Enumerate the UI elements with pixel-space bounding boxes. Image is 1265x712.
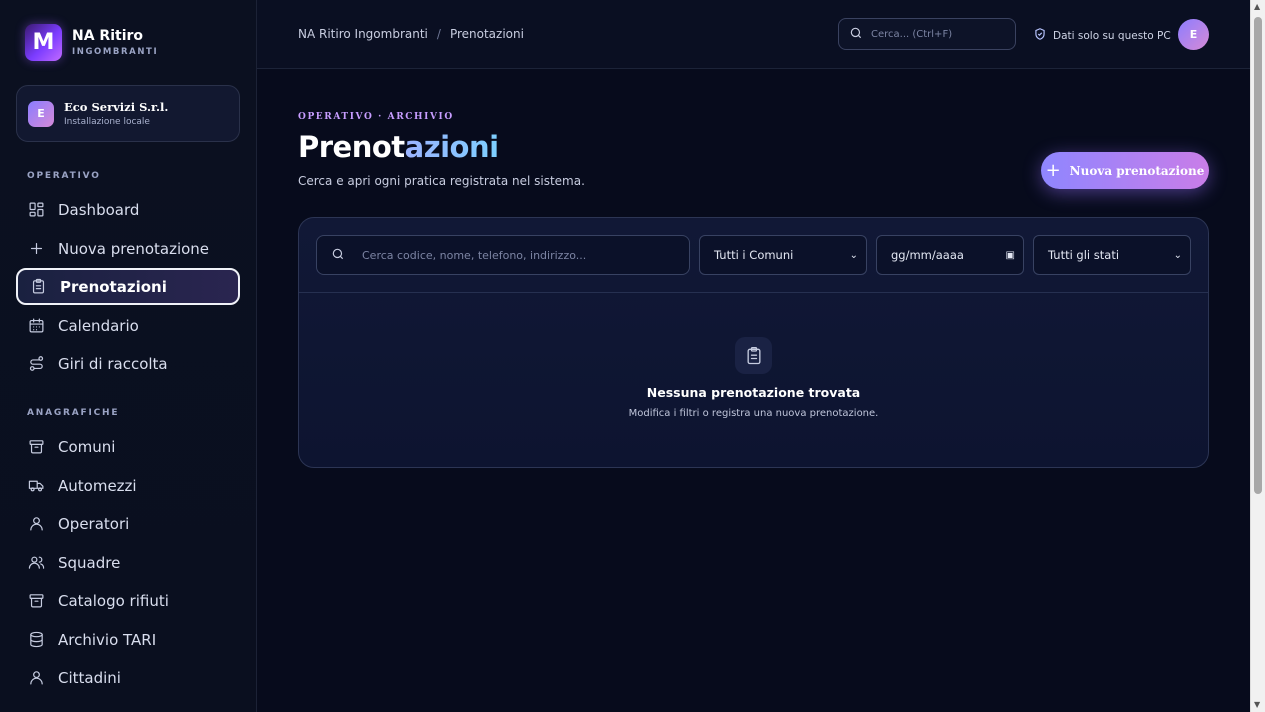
- page-title: Prenotazioni: [298, 130, 499, 164]
- sidebar-item-label: Giri di raccolta: [58, 354, 168, 373]
- clipboard-icon: [29, 278, 47, 296]
- sidebar-item-giri-di-raccolta[interactable]: Giri di raccolta: [16, 345, 240, 382]
- brand-name: NA Ritiro: [72, 28, 144, 44]
- scroll-down-arrow-icon[interactable]: ▼: [1254, 700, 1260, 709]
- archive-icon: [27, 438, 45, 456]
- breadcrumb-current: Prenotazioni: [449, 27, 524, 41]
- plus-icon: [27, 240, 45, 258]
- chevron-down-icon: ⌄: [1173, 249, 1182, 261]
- comuni-select-value: Tutti i Comuni: [714, 248, 794, 262]
- sidebar-item-label: Nuova prenotazione: [58, 239, 210, 258]
- main-content: OPERATIVO · ARCHIVIO Prenotazioni Cerca …: [257, 69, 1250, 712]
- empty-state-subtitle: Modifica i filtri o registra una nuova p…: [628, 408, 879, 419]
- organization-name: Eco Servizi S.r.l.: [64, 100, 169, 114]
- section-title-anagrafiche: ANAGRAFICHE: [27, 408, 120, 418]
- organization-card[interactable]: E Eco Servizi S.r.l. Installazione local…: [16, 85, 240, 142]
- calendar-icon[interactable]: ▣: [1006, 250, 1015, 261]
- sidebar-item-label: Squadre: [58, 553, 121, 572]
- search-icon: [331, 246, 345, 265]
- dashboard-icon: [27, 201, 45, 219]
- chevron-down-icon: ⌄: [849, 249, 858, 261]
- global-search-input[interactable]: [871, 28, 1011, 40]
- topbar: NA Ritiro Ingombranti / Prenotazioni Dat…: [257, 0, 1250, 69]
- brand-subtitle: INGOMBRANTI: [72, 47, 159, 57]
- user-icon: [27, 669, 45, 687]
- breadcrumb: NA Ritiro Ingombranti / Prenotazioni: [298, 27, 524, 41]
- date-input[interactable]: gg/mm/aaaa ▣: [876, 235, 1024, 275]
- sidebar-item-operatori[interactable]: Operatori: [16, 505, 240, 542]
- stati-select[interactable]: Tutti gli stati ⌄: [1033, 235, 1191, 275]
- user-icon: [27, 515, 45, 533]
- database-icon: [27, 631, 45, 649]
- sidebar-item-nuova-prenotazione[interactable]: Nuova prenotazione: [16, 230, 240, 267]
- sidebar-item-label: Calendario: [58, 316, 139, 335]
- users-icon: [27, 554, 45, 572]
- calendar-icon: [27, 317, 45, 335]
- sidebar-item-label: Prenotazioni: [60, 277, 167, 296]
- brand-logo: M: [25, 24, 62, 61]
- sidebar-item-label: Automezzi: [58, 476, 137, 495]
- page-scrollbar[interactable]: ▲ ▼: [1250, 0, 1265, 712]
- sidebar-item-prenotazioni[interactable]: Prenotazioni: [16, 268, 240, 305]
- sidebar-item-archivio-tari[interactable]: Archivio TARI: [16, 621, 240, 658]
- search-icon: [849, 25, 863, 44]
- bookings-search-input[interactable]: [362, 248, 682, 262]
- new-booking-button-label: Nuova prenotazione: [1069, 163, 1205, 178]
- organization-subtitle: Installazione locale: [64, 117, 150, 127]
- filters-bar: Tutti i Comuni ⌄ gg/mm/aaaa ▣ Tutti gli …: [299, 218, 1208, 293]
- sidebar-item-label: Dashboard: [58, 200, 140, 219]
- breadcrumb-root[interactable]: NA Ritiro Ingombranti: [298, 27, 428, 41]
- shield-check-icon: [1033, 27, 1053, 44]
- user-avatar[interactable]: E: [1178, 19, 1209, 50]
- global-search[interactable]: [838, 18, 1016, 50]
- route-icon: [27, 355, 45, 373]
- local-data-note: Dati solo su questo PC: [1033, 27, 1171, 44]
- scroll-up-arrow-icon[interactable]: ▲: [1254, 2, 1260, 11]
- sidebar-item-catalogo-rifiuti[interactable]: Catalogo rifiuti: [16, 582, 240, 619]
- section-title-operativo: OPERATIVO: [27, 171, 101, 181]
- stati-select-value: Tutti gli stati: [1048, 248, 1120, 262]
- page-title-part2: azioni: [404, 130, 499, 164]
- breadcrumb-separator: /: [436, 27, 441, 41]
- clipboard-icon: [735, 337, 772, 374]
- empty-state-title: Nessuna prenotazione trovata: [646, 385, 861, 400]
- sidebar-item-label: Catalogo rifiuti: [58, 591, 169, 610]
- scrollbar-thumb[interactable]: [1254, 17, 1262, 494]
- bookings-search[interactable]: [316, 235, 690, 275]
- sidebar-item-label: Archivio TARI: [58, 630, 157, 649]
- sidebar-item-label: Comuni: [58, 437, 116, 456]
- truck-icon: [27, 477, 45, 495]
- sidebar-item-dashboard[interactable]: Dashboard: [16, 191, 240, 228]
- new-booking-button[interactable]: + Nuova prenotazione: [1041, 152, 1209, 189]
- plus-icon: +: [1045, 160, 1061, 181]
- brand[interactable]: M NA Ritiro INGOMBRANTI: [25, 24, 158, 61]
- sidebar-item-label: Operatori: [58, 514, 130, 533]
- sidebar-item-cittadini[interactable]: Cittadini: [16, 659, 240, 696]
- organization-avatar: E: [28, 100, 54, 127]
- bookings-panel: Tutti i Comuni ⌄ gg/mm/aaaa ▣ Tutti gli …: [298, 217, 1209, 468]
- sidebar-item-automezzi[interactable]: Automezzi: [16, 467, 240, 504]
- local-data-note-text: Dati solo su questo PC: [1053, 29, 1171, 42]
- sidebar-item-calendario[interactable]: Calendario: [16, 307, 240, 344]
- comuni-select[interactable]: Tutti i Comuni ⌄: [699, 235, 867, 275]
- sidebar: M NA Ritiro INGOMBRANTI E Eco Servizi S.…: [0, 0, 257, 712]
- sidebar-item-comuni[interactable]: Comuni: [16, 428, 240, 465]
- page-subtitle: Cerca e apri ogni pratica registrata nel…: [298, 174, 585, 188]
- date-input-value: gg/mm/aaaa: [891, 248, 964, 262]
- archive-icon: [27, 592, 45, 610]
- page-title-part1: Prenot: [298, 130, 405, 164]
- sidebar-item-squadre[interactable]: Squadre: [16, 544, 240, 581]
- page-eyebrow: OPERATIVO · ARCHIVIO: [298, 112, 454, 122]
- sidebar-item-label: Cittadini: [58, 668, 121, 687]
